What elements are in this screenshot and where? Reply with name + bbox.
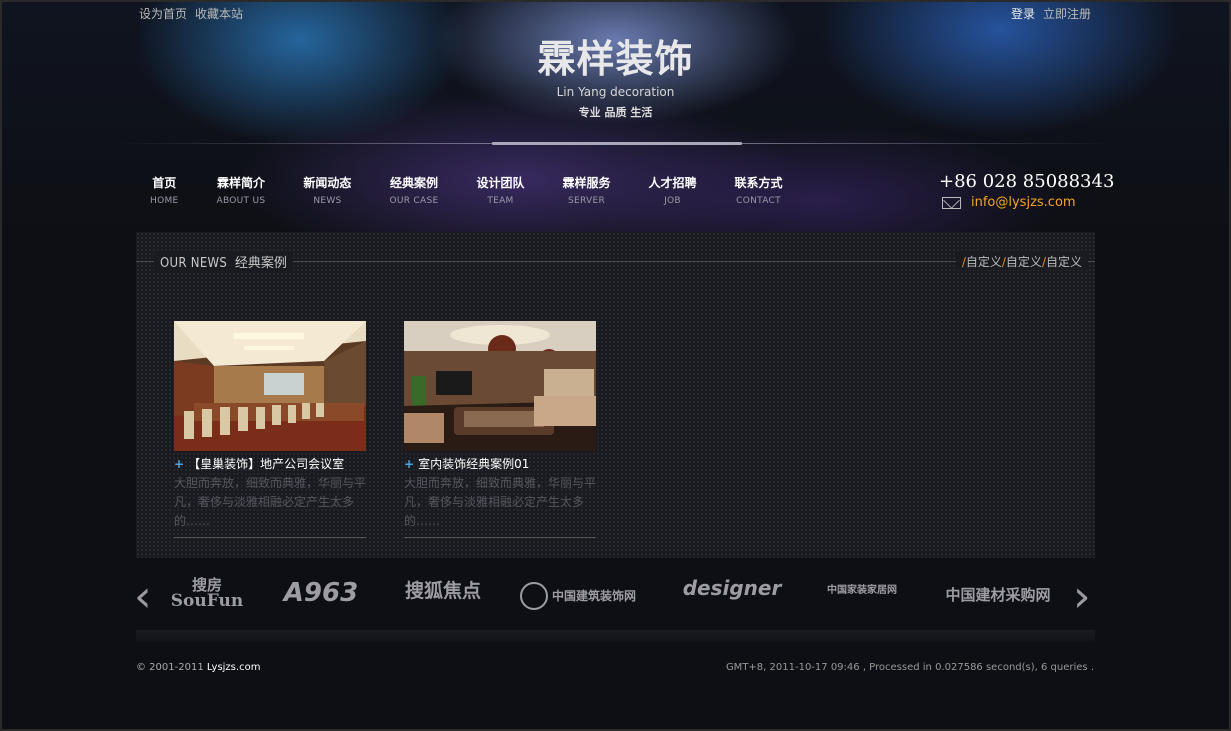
nav-label-cn: 联系方式	[734, 176, 783, 190]
partner-name: 中国建筑装饰网	[552, 589, 637, 603]
nav-item-case[interactable]: 经典案例 OUR CASE	[389, 174, 438, 206]
nav-label-cn: 新闻动态	[303, 176, 352, 190]
register-link[interactable]: 立即注册	[1043, 5, 1091, 22]
section-link[interactable]: 自定义	[1006, 255, 1042, 269]
nav-item-server[interactable]: 霖样服务 SERVER	[562, 174, 610, 206]
nav-item-about[interactable]: 霖样简介 ABOUT US	[217, 174, 266, 206]
nav-label-en: CONTACT	[736, 196, 781, 206]
nav-label-en: SERVER	[567, 196, 606, 206]
nav-item-job[interactable]: 人才招聘 JOB	[649, 174, 697, 206]
contact-email: info@lysjzs.com	[942, 195, 1076, 210]
nav-label-cn: 霖样服务	[562, 176, 611, 190]
section-links: /自定义/自定义/自定义	[955, 253, 1088, 270]
nav-label-en: OUR CASE	[389, 196, 439, 206]
footer-band	[136, 630, 1095, 642]
brand-slogan: 专业 品质 生活	[578, 106, 653, 119]
nav-label-en: HOME	[150, 196, 179, 206]
nav-label-en: ABOUT US	[216, 196, 266, 206]
nav-item-contact[interactable]: 联系方式 CONTACT	[735, 174, 783, 206]
nav-label-cn: 设计团队	[476, 176, 525, 190]
case-title-text: 【皇巢装饰】地产公司会议室	[188, 457, 345, 471]
email-link[interactable]: info@lysjzs.com	[971, 195, 1076, 210]
partner-logo-jiancai365[interactable]: 中国建材采购网	[940, 588, 1056, 603]
set-homepage-link[interactable]: 设为首页	[139, 5, 187, 22]
brand-name: 霖样装饰	[537, 37, 694, 81]
partner-logo-chda[interactable]: designer	[682, 578, 782, 598]
nav-item-home[interactable]: 首页 HOME	[150, 174, 179, 206]
brand-logo[interactable]: 霖样装饰 Lin Yang decoration 专业 品质 生活	[0, 28, 1231, 120]
main-nav: 首页 HOME 霖样简介 ABOUT US 新闻动态 NEWS 经典案例 OUR…	[150, 174, 821, 206]
contact-phone: +86 028 85088343	[939, 171, 1115, 192]
nav-label-en: NEWS	[313, 196, 342, 206]
partner-logo-focus[interactable]: 搜狐焦点	[397, 582, 489, 601]
section-title-en: OUR NEWS	[160, 256, 228, 271]
top-links-right: 登录 立即注册	[1011, 5, 1091, 22]
header-divider-highlight	[492, 142, 742, 145]
top-links-left: 设为首页 收藏本站	[139, 5, 243, 22]
chevron-left-icon[interactable]: ‹	[134, 575, 152, 619]
case-description: 大胆而奔放，细致而典雅，华丽与平凡，奢侈与淡雅相融必定产生太多的……	[404, 476, 597, 528]
nav-label-cn: 首页	[152, 176, 177, 190]
partner-sub: SouFun	[170, 591, 244, 611]
nav-label-en: TEAM	[487, 196, 514, 206]
plus-icon: +	[174, 456, 185, 471]
case-title[interactable]: + 室内装饰经典案例01	[404, 455, 596, 472]
case-description: 大胆而奔放，细致而典雅，华丽与平凡，奢侈与淡雅相融必定产生太多的……	[174, 476, 367, 528]
nav-label-en: JOB	[664, 196, 681, 206]
nav-label-cn: 霖样简介	[216, 176, 265, 190]
case-photo-living-room[interactable]	[404, 321, 596, 451]
nav-label-cn: 人才招聘	[648, 176, 697, 190]
footer-stats: GMT+8, 2011-10-17 09:46 , Processed in 0…	[725, 662, 1094, 673]
partner-logo-soufun[interactable]: 搜房 SouFun	[170, 578, 244, 610]
case-card[interactable]: + 【皇巢装饰】地产公司会议室 大胆而奔放，细致而典雅，华丽与平凡，奢侈与淡雅相…	[174, 321, 366, 538]
bookmark-link[interactable]: 收藏本站	[195, 5, 243, 22]
footer-copyright: © 2001-2011 Lysjzs.com	[136, 662, 260, 673]
copyright-text: © 2001-2011	[136, 662, 204, 673]
brand-english-name: Lin Yang decoration	[556, 85, 675, 99]
nav-item-team[interactable]: 设计团队 TEAM	[476, 174, 524, 206]
site-link[interactable]: Lysjzs.com	[207, 662, 261, 673]
section-title: OUR NEWS 经典案例	[154, 252, 293, 271]
login-link[interactable]: 登录	[1011, 5, 1035, 22]
case-photo-meeting-room[interactable]	[174, 321, 366, 451]
card-divider	[404, 537, 596, 538]
plus-icon: +	[404, 456, 415, 471]
card-divider	[174, 537, 366, 538]
partner-logo-a963[interactable]: A963	[272, 580, 370, 606]
partner-logo-ccd[interactable]: 中国建筑装饰网	[520, 582, 652, 610]
chevron-right-icon[interactable]: ›	[1073, 575, 1091, 619]
case-card[interactable]: + 室内装饰经典案例01 大胆而奔放，细致而典雅，华丽与平凡，奢侈与淡雅相融必定…	[404, 321, 596, 538]
section-link[interactable]: 自定义	[966, 255, 1002, 269]
partner-logo-cnjzjj[interactable]: 中国家装家居网	[812, 586, 912, 596]
case-title[interactable]: + 【皇巢装饰】地产公司会议室	[174, 455, 366, 472]
seal-icon	[520, 582, 548, 610]
envelope-icon	[942, 196, 961, 209]
nav-label-cn: 经典案例	[389, 176, 438, 190]
section-link[interactable]: 自定义	[1046, 255, 1082, 269]
case-title-text: 室内装饰经典案例01	[418, 457, 530, 471]
nav-item-news[interactable]: 新闻动态 NEWS	[303, 174, 351, 206]
section-title-cn: 经典案例	[234, 256, 287, 271]
